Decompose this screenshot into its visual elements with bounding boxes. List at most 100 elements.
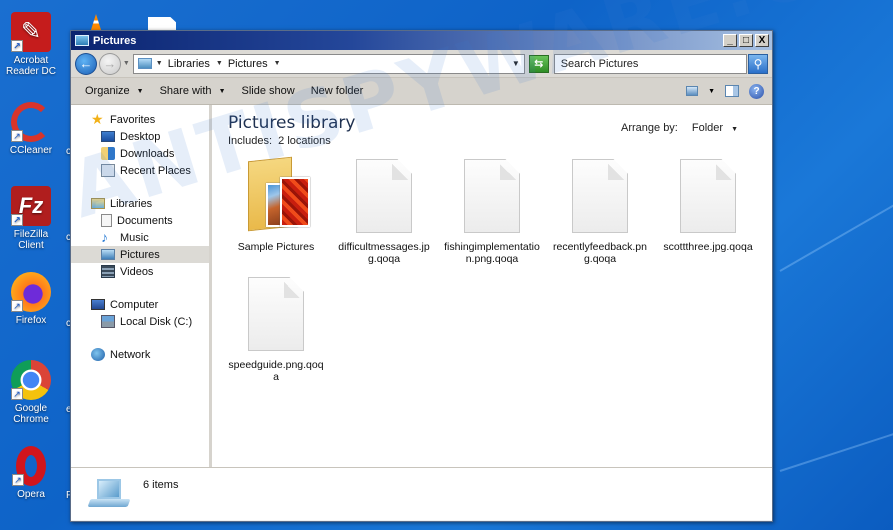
music-icon: ♪	[101, 229, 108, 245]
nav-pictures[interactable]: Pictures	[71, 246, 209, 263]
nav-favorites[interactable]: ★ Favorites	[71, 111, 209, 128]
ccleaner-icon: ↗	[11, 102, 51, 142]
view-options-dropdown[interactable]: ▼	[708, 88, 715, 95]
chevron-down-icon[interactable]: ▼	[156, 60, 163, 67]
arrange-by: Arrange by: Folder ▼	[621, 122, 738, 134]
nav-label: Local Disk (C:)	[120, 315, 193, 328]
desktop-icon-firefox[interactable]: ↗ Firefox	[0, 272, 62, 326]
navigation-pane: ★ Favorites Desktop Downloads Recent Plac…	[71, 105, 212, 467]
preview-pane-icon[interactable]	[725, 85, 739, 97]
item-count: 6 items	[143, 479, 179, 491]
command-bar: Organize ▼ Share with ▼ Slide show New fol…	[71, 78, 772, 105]
nav-libraries[interactable]: Libraries	[71, 195, 209, 212]
nav-local-disk[interactable]: Local Disk (C:)	[71, 313, 209, 330]
help-icon[interactable]: ?	[749, 83, 764, 99]
shortcut-arrow-icon: ↗	[12, 474, 24, 486]
desktop-icon-filezilla[interactable]: Fz ↗ FileZilla Client	[0, 186, 62, 251]
file-name: Sample Pictures	[237, 241, 315, 253]
nav-label: Favorites	[110, 113, 156, 126]
nav-downloads[interactable]: Downloads	[71, 145, 209, 162]
desktop-icon-document[interactable]	[148, 17, 176, 30]
nav-label: Documents	[117, 214, 173, 227]
share-with-label: Share with	[159, 85, 212, 97]
recent-pages-dropdown[interactable]: ▼	[123, 60, 130, 67]
breadcrumb-label: Pictures	[227, 57, 268, 70]
nav-recent-places[interactable]: Recent Places	[71, 162, 209, 179]
minimize-button[interactable]: _	[723, 34, 737, 47]
arrange-by-label: Arrange by:	[621, 122, 678, 134]
file-item[interactable]: difficultmessages.jpg.qoqa	[330, 155, 438, 265]
file-item[interactable]: speedguide.png.qoqa	[222, 273, 330, 383]
wallpaper-streak	[779, 190, 893, 272]
new-folder-button[interactable]: New folder	[303, 78, 372, 104]
folder-item[interactable]: Sample Pictures	[222, 155, 330, 265]
arrange-by-value: Folder	[691, 122, 724, 134]
shortcut-arrow-icon: ↗	[11, 214, 23, 226]
breadcrumb-pictures[interactable]: ▼ Pictures	[216, 58, 268, 70]
slide-show-button[interactable]: Slide show	[234, 78, 303, 104]
desktop-icon-label: Acrobat Reader DC	[5, 55, 57, 77]
shortcut-arrow-icon: ↗	[11, 130, 23, 142]
explorer-window: Pictures _ □ X ← → ▼ ▼ Libraries ▼ Picture…	[70, 30, 773, 522]
nav-documents[interactable]: Documents	[71, 212, 209, 229]
chevron-down-icon: ▼	[731, 126, 738, 133]
nav-network[interactable]: Network	[71, 346, 209, 363]
chevron-down-icon[interactable]: ▼	[274, 60, 281, 67]
desktop-icon-ccleaner[interactable]: ↗ CCleaner	[0, 102, 62, 156]
desktop-icon-label: Google Chrome	[13, 403, 49, 425]
refresh-button[interactable]: ⇆	[528, 54, 549, 73]
file-name: difficultmessages.jpg.qoqa	[338, 241, 430, 265]
title-bar[interactable]: Pictures _ □ X	[71, 31, 772, 50]
nav-label: Downloads	[120, 147, 175, 160]
window-title: Pictures	[93, 34, 137, 47]
nav-label: Pictures	[120, 248, 160, 261]
recent-places-icon	[101, 164, 115, 177]
nav-computer[interactable]: Computer	[71, 296, 209, 313]
nav-music[interactable]: ♪ Music	[71, 229, 209, 246]
desktop-icon-vlc[interactable]	[91, 14, 101, 30]
chevron-down-icon[interactable]: ▼	[216, 60, 223, 67]
nav-label: Recent Places	[120, 164, 191, 177]
pictures-library-icon	[137, 58, 152, 69]
file-name: recentlyfeedback.png.qoqa	[553, 241, 647, 265]
desktop-icon-acrobat[interactable]: ✎ ↗ Acrobat Reader DC	[0, 12, 62, 77]
breadcrumb-label: Libraries	[167, 57, 210, 70]
file-item[interactable]: fishingimplementation.png.qoqa	[438, 155, 546, 265]
file-list-area[interactable]: Pictures library Includes: 2 locations A…	[212, 105, 772, 467]
blank-file-icon	[464, 159, 520, 233]
desktop-icon-label: CCleaner	[9, 145, 53, 156]
change-view-icon[interactable]	[686, 86, 699, 96]
address-history-dropdown[interactable]: ▼	[512, 59, 520, 68]
star-icon: ★	[91, 111, 104, 127]
search-input[interactable]: Search Pictures	[553, 53, 748, 74]
libraries-icon	[91, 198, 105, 209]
forward-button[interactable]: →	[98, 52, 121, 75]
includes-locations-link[interactable]: 2 locations	[278, 135, 331, 147]
opera-icon: ↗	[12, 446, 46, 486]
arrange-by-dropdown[interactable]: Folder ▼	[692, 122, 738, 134]
address-bar[interactable]: ▼ Libraries ▼ Pictures ▼ ▼	[132, 53, 525, 74]
nav-videos[interactable]: Videos	[71, 263, 209, 280]
close-button[interactable]: X	[755, 34, 769, 47]
back-button[interactable]: ←	[75, 52, 97, 75]
nav-label: Computer	[110, 298, 159, 311]
organize-button[interactable]: Organize ▼	[77, 78, 152, 104]
desktop-icon-chrome[interactable]: ↗ Google Chrome	[0, 360, 62, 425]
file-item[interactable]: recentlyfeedback.png.qoqa	[546, 155, 654, 265]
file-name: speedguide.png.qoqa	[228, 359, 324, 383]
nav-desktop[interactable]: Desktop	[71, 128, 209, 145]
breadcrumb-subfolders[interactable]: ▼	[274, 60, 286, 67]
file-name: scottthree.jpg.qoqa	[663, 241, 753, 253]
nav-label: Desktop	[120, 130, 161, 143]
nav-label: Libraries	[110, 197, 153, 210]
breadcrumb-libraries[interactable]: ▼ Libraries	[156, 58, 210, 70]
pictures-icon	[101, 249, 115, 260]
library-includes: Includes: 2 locations	[228, 135, 772, 147]
file-item[interactable]: scottthree.jpg.qoqa	[654, 155, 762, 265]
maximize-button[interactable]: □	[739, 34, 753, 47]
desktop-icon-opera[interactable]: ↗ Opera	[0, 446, 62, 500]
firefox-icon: ↗	[11, 272, 51, 312]
share-with-button[interactable]: Share with ▼	[152, 78, 234, 104]
search-icon[interactable]: ⚲	[748, 53, 768, 74]
blank-file-icon	[680, 159, 736, 233]
